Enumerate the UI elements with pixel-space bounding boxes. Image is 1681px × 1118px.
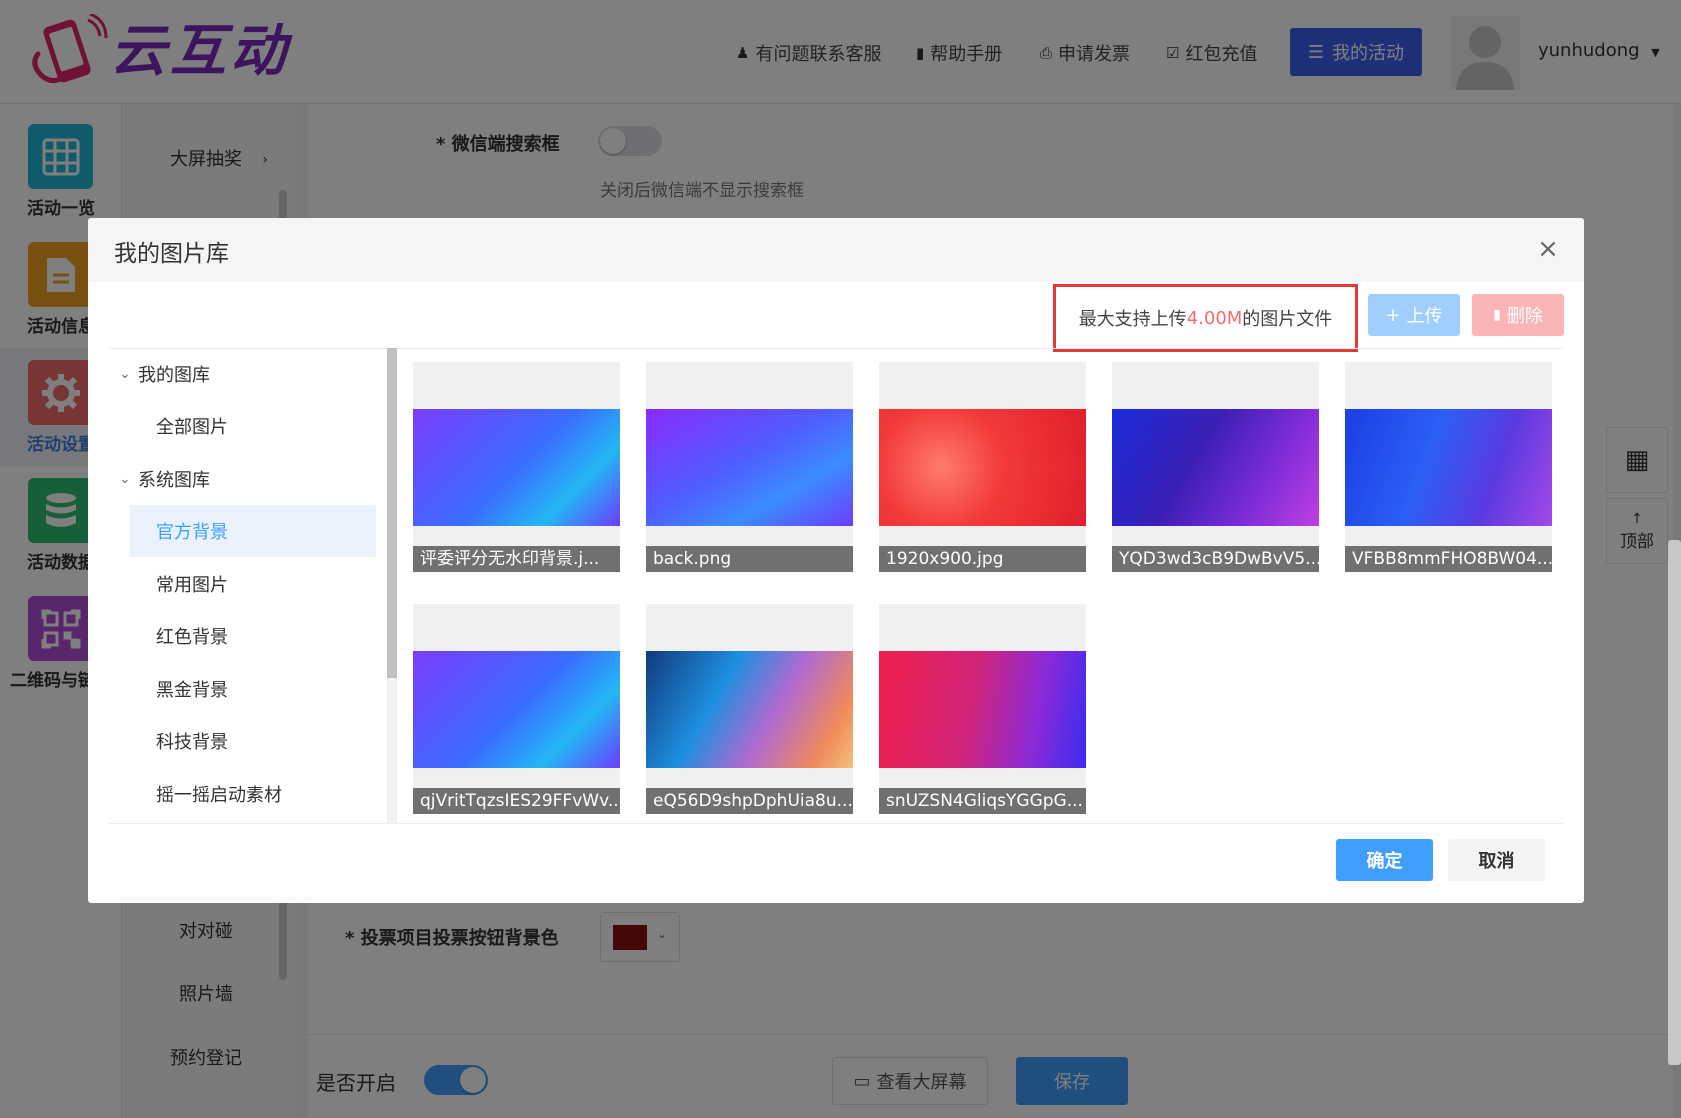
tree-node-black-gold-backgrounds[interactable]: 黑金背景	[108, 663, 376, 715]
trash-icon: ▮	[1493, 307, 1501, 323]
image-thumb[interactable]: back.png	[646, 362, 853, 572]
cancel-button[interactable]: 取消	[1448, 839, 1545, 881]
tree-node-red-backgrounds[interactable]: 红色背景	[108, 610, 376, 662]
image-name: snUZSN4GliqsYGGpG...	[879, 788, 1086, 814]
image-name: eQ56D9shpDphUia8u...	[646, 788, 853, 814]
dialog-title: 我的图片库	[114, 241, 229, 267]
divider	[108, 823, 1564, 824]
image-thumb[interactable]: eQ56D9shpDphUia8u...	[646, 604, 853, 814]
image-thumb[interactable]: 评委评分无水印背景.j...	[413, 362, 620, 572]
image-thumb[interactable]: VFBB8mmFHO8BW04...	[1345, 362, 1552, 572]
thumbnail-image	[1345, 409, 1552, 526]
chevron-down-icon: ⌄	[119, 471, 131, 487]
upload-hint-prefix: 最大支持上传	[1078, 309, 1187, 330]
tree-label: 常用图片	[156, 575, 228, 596]
thumbnail-image	[1112, 409, 1319, 526]
upload-button[interactable]: + 上传	[1368, 294, 1460, 336]
tree-node-all-images[interactable]: 全部图片	[108, 400, 376, 452]
image-name: qjVritTqzsIES29FFvWv...	[413, 788, 620, 814]
tree-label: 系统图库	[138, 470, 210, 491]
tree-node-my-gallery[interactable]: ⌄ 我的图库	[108, 348, 376, 400]
upload-label: 上传	[1406, 306, 1443, 327]
image-library-dialog: 我的图片库 × 最大支持上传 4.00M 的图片文件 + 上传 ▮ 删除 ⌄ 我的图…	[88, 218, 1584, 903]
thumbnail-image	[879, 409, 1086, 526]
thumbnail-image	[879, 651, 1086, 768]
tree-node-tech-backgrounds[interactable]: 科技背景	[108, 715, 376, 767]
upload-hint-suffix: 的图片文件	[1242, 309, 1333, 330]
image-thumb[interactable]: snUZSN4GliqsYGGpG...	[879, 604, 1086, 814]
thumbnail-image	[646, 409, 853, 526]
page-scrollbar[interactable]	[1668, 540, 1681, 1065]
image-thumb[interactable]: YQD3wd3cB9DwBvV5...	[1112, 362, 1319, 572]
tree-label: 红色背景	[156, 627, 228, 648]
upload-size-hint: 最大支持上传 4.00M 的图片文件	[1053, 284, 1358, 352]
tree-node-system-gallery[interactable]: ⌄ 系统图库	[108, 453, 376, 505]
image-name: YQD3wd3cB9DwBvV5...	[1112, 546, 1319, 572]
tree-label: 官方背景	[156, 522, 228, 543]
image-name: VFBB8mmFHO8BW04...	[1345, 546, 1552, 572]
thumbnail-image	[646, 651, 853, 768]
tree-label: 我的图库	[138, 365, 210, 386]
image-name: back.png	[646, 546, 853, 572]
tree-scrollbar[interactable]	[387, 348, 397, 678]
tree-label: 科技背景	[156, 732, 228, 753]
chevron-down-icon: ⌄	[119, 366, 131, 382]
image-thumb[interactable]: qjVritTqzsIES29FFvWv...	[413, 604, 620, 814]
tree-node-common-images[interactable]: 常用图片	[108, 558, 376, 610]
tree-label: 摇一摇启动素材	[156, 785, 282, 806]
plus-icon: +	[1385, 304, 1401, 326]
thumbnail-image	[413, 409, 620, 526]
confirm-label: 确定	[1366, 851, 1403, 872]
tree-label: 全部图片	[156, 417, 228, 438]
image-name: 评委评分无水印背景.j...	[413, 546, 620, 572]
upload-hint-size: 4.00M	[1186, 307, 1243, 329]
cancel-label: 取消	[1478, 851, 1515, 872]
delete-button[interactable]: ▮ 删除	[1472, 294, 1564, 336]
gallery-tree: ⌄ 我的图库 全部图片 ⌄ 系统图库 官方背景 常用图片 红色背景 黑金背景 科…	[108, 348, 376, 823]
close-icon[interactable]: ×	[1535, 236, 1561, 262]
delete-label: 删除	[1506, 306, 1543, 327]
tree-label: 黑金背景	[156, 680, 228, 701]
confirm-button[interactable]: 确定	[1336, 839, 1433, 881]
tree-node-shake-materials[interactable]: 摇一摇启动素材	[108, 768, 376, 820]
image-name: 1920x900.jpg	[879, 546, 1086, 572]
dialog-header: 我的图片库 ×	[88, 218, 1584, 282]
thumbnail-image	[413, 651, 620, 768]
image-thumb[interactable]: 1920x900.jpg	[879, 362, 1086, 572]
tree-node-official-backgrounds[interactable]: 官方背景	[130, 505, 376, 557]
